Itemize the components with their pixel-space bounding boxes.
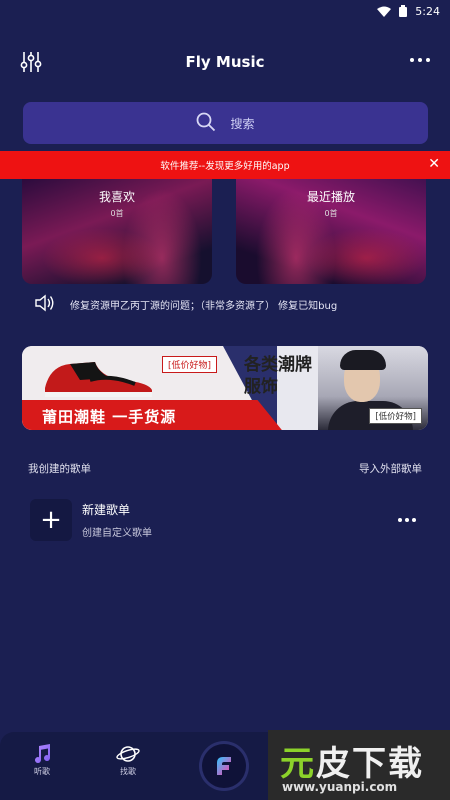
site-watermark: 元皮下载 www.yuanpi.com [268, 730, 450, 800]
watermark-url: www.yuanpi.com [282, 780, 398, 794]
new-playlist-subtitle: 创建自定义歌单 [82, 528, 152, 539]
card-count: 0首 [110, 209, 124, 218]
search-placeholder: 搜索 [230, 116, 255, 131]
watermark-logo: 元皮下载 [280, 744, 424, 784]
recent-card[interactable]: 最近播放 0首 [236, 178, 426, 284]
add-icon: + [30, 499, 72, 541]
sneaker-icon [40, 358, 160, 400]
tab-label: 听歌 [34, 767, 50, 776]
import-playlist-link[interactable]: 导入外部歌单 [359, 461, 422, 476]
card-label: 最近播放 [306, 190, 355, 204]
status-time: 5:24 [415, 4, 440, 18]
ad-banner[interactable]: [低价好物] 莆田潮鞋 一手货源 各类潮牌 服饰 [低价好物] [22, 346, 428, 430]
ad-tag-left: [低价好物] [162, 356, 218, 373]
tab-listen[interactable]: 听歌 [12, 742, 72, 777]
search-icon [196, 112, 216, 135]
card-count: 0首 [324, 209, 338, 218]
close-icon[interactable]: ✕ [428, 157, 440, 171]
notice-text: 修复资源甲乙丙丁源的问题；（非常多资源了） 修复已知bug [70, 300, 338, 312]
new-playlist-title: 新建歌单 [82, 503, 131, 517]
search-bar[interactable]: 搜索 [23, 102, 428, 144]
notice-bar: 修复资源甲乙丙丁源的问题；（非常多资源了） 修复已知bug [34, 292, 434, 316]
more-dots-icon[interactable] [398, 518, 416, 522]
card-label: 我喜欢 [98, 190, 135, 204]
new-playlist-item[interactable]: + 新建歌单 创建自定义歌单 [30, 498, 422, 542]
music-note-icon [12, 742, 72, 766]
ad-tag-right: [低价好物] [369, 408, 422, 424]
ad-main-text: 莆田潮鞋 一手货源 [42, 408, 177, 426]
favorites-card[interactable]: 我喜欢 0首 [22, 178, 212, 284]
speaker-icon [34, 293, 56, 316]
tab-discover[interactable]: 找歌 [98, 742, 158, 777]
promo-banner[interactable]: 软件推荐--发现更多好用的app ✕ [0, 151, 450, 179]
tab-label: 找歌 [120, 767, 136, 776]
ad-right-text: 各类潮牌 服饰 [244, 355, 312, 397]
planet-icon [98, 742, 158, 766]
app-title: Fly Music [185, 53, 265, 71]
sliders-icon[interactable] [20, 50, 42, 78]
section-title: 我创建的歌单 [28, 462, 91, 475]
battery-icon [399, 5, 408, 17]
promo-text: 软件推荐--发现更多好用的app [160, 161, 290, 172]
status-bar: 5:24 [0, 0, 450, 22]
playlist-section-header: 我创建的歌单 导入外部歌单 [28, 458, 422, 478]
wifi-icon [377, 6, 392, 17]
app-header: Fly Music [0, 40, 450, 84]
more-dots-icon[interactable] [410, 58, 430, 62]
fly-logo-icon[interactable] [202, 744, 246, 788]
